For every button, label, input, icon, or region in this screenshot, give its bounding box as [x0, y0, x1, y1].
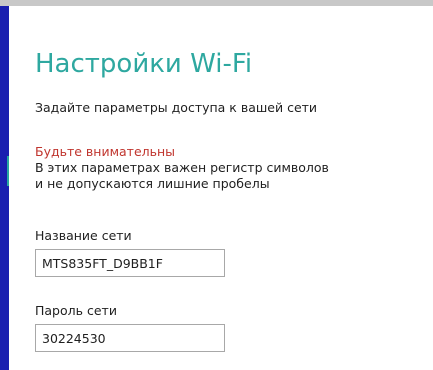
warning-text-line-1: В этих параметрах важен регистр символов	[35, 160, 329, 175]
ssid-input[interactable]	[35, 249, 225, 277]
warning-text-line-2: и не допускаются лишние пробелы	[35, 176, 270, 191]
ssid-label: Название сети	[35, 228, 132, 243]
password-label: Пароль сети	[35, 303, 117, 318]
wifi-settings-panel: Настройки Wi-Fi Задайте параметры доступ…	[9, 6, 433, 370]
left-sidebar-bar	[0, 6, 9, 370]
password-input[interactable]	[35, 324, 225, 352]
page-subtitle: Задайте параметры доступа к вашей сети	[35, 100, 318, 115]
page-title: Настройки Wi-Fi	[35, 49, 253, 79]
warning-title: Будьте внимательны	[35, 144, 176, 159]
